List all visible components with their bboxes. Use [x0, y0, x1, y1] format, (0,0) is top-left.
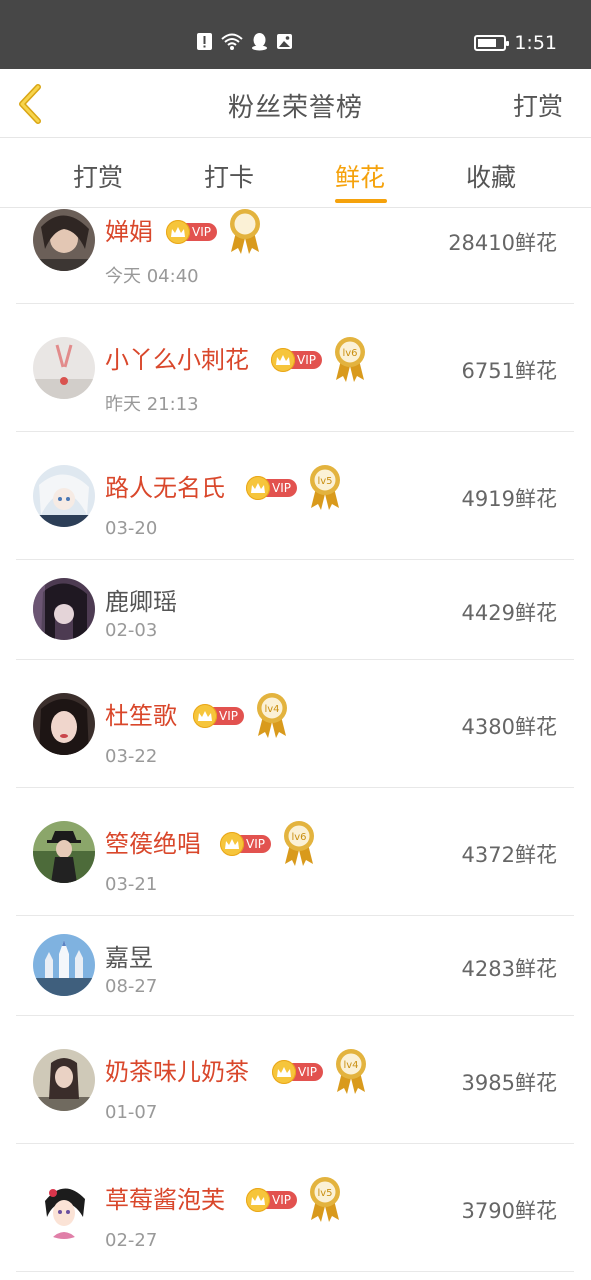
list-item[interactable]: 箜篌绝唱 VIP lv6 03-21 4372鲜花	[16, 788, 574, 916]
avatar	[33, 209, 95, 271]
active-tab-indicator	[335, 199, 387, 203]
crown-icon	[246, 1188, 270, 1212]
reward-button[interactable]: 打赏	[513, 87, 563, 123]
user-name[interactable]: 小丫么小刺花	[105, 340, 249, 375]
wifi-icon	[221, 33, 243, 50]
status-icons	[196, 32, 293, 51]
alert-icon	[197, 33, 212, 50]
vip-badge: VIP	[272, 1060, 323, 1084]
avatar	[33, 821, 95, 883]
flower-count: 4919鲜花	[461, 487, 557, 511]
crown-icon	[271, 348, 295, 372]
date-label: 02-03	[105, 620, 158, 641]
flower-count: 3790鲜花	[461, 1199, 557, 1223]
avatar	[33, 934, 95, 996]
tab-favorites[interactable]: 收藏	[466, 158, 516, 194]
avatar	[33, 465, 95, 527]
badges: VIP	[166, 208, 263, 256]
level-medal-icon: lv6	[334, 337, 365, 382]
avatar	[33, 1177, 95, 1239]
tab-bar: 打赏 打卡 鲜花 收藏	[0, 138, 591, 208]
list-item[interactable]: 鹿卿瑶 02-03 4429鲜花	[16, 560, 574, 660]
flower-count: 3985鲜花	[461, 1071, 557, 1095]
level-label: lv5	[317, 476, 332, 487]
level-medal-icon: lv5	[309, 1177, 340, 1222]
date-label: 昨天 21:13	[105, 394, 199, 415]
crown-icon	[246, 476, 270, 500]
list-item[interactable]: 奶茶味儿奶茶 VIP lv4 01-07 3985鲜花	[16, 1016, 574, 1144]
date-label: 08-27	[105, 976, 158, 997]
tab-checkin[interactable]: 打卡	[204, 158, 254, 194]
qq-icon	[252, 33, 267, 51]
user-name[interactable]: 婵娟	[105, 212, 153, 247]
date-label: 今天 04:40	[105, 266, 199, 287]
level-label: lv6	[342, 348, 357, 359]
status-bar: 1:51	[0, 0, 591, 69]
user-name[interactable]: 奶茶味儿奶茶	[105, 1052, 249, 1087]
nav-bar: 粉丝荣誉榜 打赏	[0, 69, 591, 138]
date-label: 03-22	[105, 746, 158, 767]
crown-icon	[272, 1060, 296, 1084]
vip-badge: VIP	[271, 348, 322, 372]
list-item[interactable]: 小丫么小刺花 VIP lv6 昨天 21:13 6751鲜花	[16, 304, 574, 432]
badges: VIP lv6	[220, 820, 317, 868]
badges: VIP lv6	[271, 336, 368, 384]
vip-badge: VIP	[166, 220, 217, 244]
tab-reward[interactable]: 打赏	[73, 158, 123, 194]
level-medal-icon	[229, 209, 260, 254]
avatar	[33, 337, 95, 399]
fan-ranking-list[interactable]: 婵娟 VIP 今天 04:40 28410鲜花 小丫么小刺花 VIP lv6 昨…	[0, 208, 591, 1280]
user-name[interactable]: 鹿卿瑶	[105, 582, 177, 617]
date-label: 03-21	[105, 874, 158, 895]
list-item[interactable]: 婵娟 VIP 今天 04:40 28410鲜花	[16, 208, 574, 304]
user-name[interactable]: 杜笙歌	[105, 696, 177, 731]
badges: VIP lv4	[193, 692, 290, 740]
flower-count: 28410鲜花	[448, 231, 557, 255]
clock: 1:51	[514, 32, 557, 54]
list-item[interactable]: 嘉昱 08-27 4283鲜花	[16, 916, 574, 1016]
list-item[interactable]: 草莓酱泡芙 VIP lv5 02-27 3790鲜花	[16, 1144, 574, 1272]
flower-count: 4380鲜花	[461, 715, 557, 739]
crown-icon	[193, 704, 217, 728]
flower-count: 4372鲜花	[461, 843, 557, 867]
level-medal-icon: lv5	[309, 465, 340, 510]
user-name[interactable]: 嘉昱	[105, 938, 153, 973]
user-name[interactable]: 路人无名氏	[105, 468, 225, 503]
flower-count: 6751鲜花	[461, 359, 557, 383]
flower-count: 4283鲜花	[461, 957, 557, 981]
vip-badge: VIP	[193, 704, 244, 728]
page-title: 粉丝荣誉榜	[227, 93, 363, 123]
badges: VIP lv4	[272, 1048, 369, 1096]
crown-icon	[166, 220, 190, 244]
level-label: lv4	[343, 1060, 358, 1071]
user-name[interactable]: 箜篌绝唱	[105, 824, 201, 859]
tab-flowers[interactable]: 鲜花	[335, 158, 385, 194]
level-medal-icon: lv6	[283, 821, 314, 866]
level-label: lv5	[317, 1188, 332, 1199]
vip-badge: VIP	[246, 1188, 297, 1212]
flower-count: 4429鲜花	[461, 601, 557, 625]
battery-icon	[474, 35, 510, 51]
level-label: lv4	[264, 704, 279, 715]
date-label: 02-27	[105, 1230, 158, 1251]
level-medal-icon: lv4	[256, 693, 287, 738]
avatar	[33, 693, 95, 755]
crown-icon	[220, 832, 244, 856]
date-label: 03-20	[105, 518, 158, 539]
avatar	[33, 1049, 95, 1111]
badges: VIP lv5	[246, 464, 343, 512]
date-label: 01-07	[105, 1102, 158, 1123]
status-right: 1:51	[474, 32, 557, 54]
vip-badge: VIP	[220, 832, 271, 856]
badges: VIP lv5	[246, 1176, 343, 1224]
vip-badge: VIP	[246, 476, 297, 500]
avatar	[33, 578, 95, 640]
image-icon	[277, 34, 292, 49]
level-label: lv6	[291, 832, 306, 843]
user-name[interactable]: 草莓酱泡芙	[105, 1180, 225, 1215]
list-item[interactable]: 路人无名氏 VIP lv5 03-20 4919鲜花	[16, 432, 574, 560]
level-medal-icon: lv4	[335, 1049, 366, 1094]
list-item[interactable]: 杜笙歌 VIP lv4 03-22 4380鲜花	[16, 660, 574, 788]
